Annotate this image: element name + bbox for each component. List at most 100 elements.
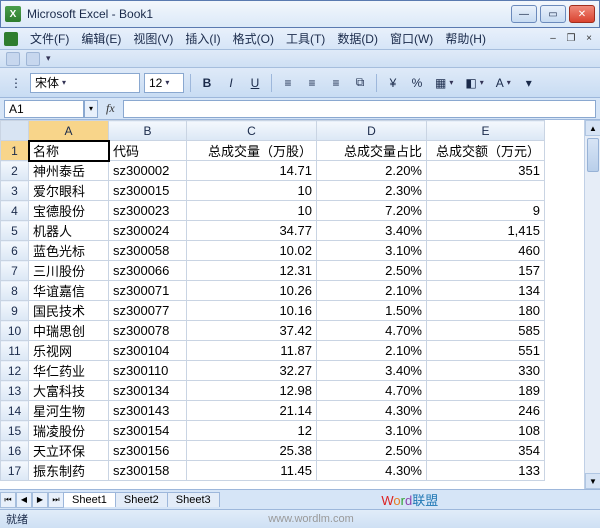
row-header[interactable]: 11	[1, 341, 29, 361]
cell[interactable]: 34.77	[187, 221, 317, 241]
cell[interactable]: sz300066	[109, 261, 187, 281]
cell[interactable]: sz300110	[109, 361, 187, 381]
cell[interactable]: 乐视网	[29, 341, 109, 361]
cell[interactable]: 大富科技	[29, 381, 109, 401]
merge-cells-button[interactable]: ⧉	[350, 73, 370, 93]
cell[interactable]: sz300078	[109, 321, 187, 341]
sheet-tab-3[interactable]: Sheet3	[167, 492, 220, 507]
qat-item[interactable]	[26, 52, 40, 66]
row-header[interactable]: 4	[1, 201, 29, 221]
close-button[interactable]: ✕	[569, 5, 595, 23]
sheet-tab-1[interactable]: Sheet1	[63, 492, 116, 507]
cell[interactable]: 名称	[29, 141, 109, 161]
cell[interactable]: 总成交量（万股）	[187, 141, 317, 161]
align-center-button[interactable]: ≡	[302, 73, 322, 93]
cell[interactable]: sz300024	[109, 221, 187, 241]
row-header[interactable]: 16	[1, 441, 29, 461]
app-menu-icon[interactable]	[4, 32, 18, 46]
cell[interactable]	[427, 181, 545, 201]
cell[interactable]: 总成交量占比	[317, 141, 427, 161]
cell[interactable]: 华仁药业	[29, 361, 109, 381]
row-header[interactable]: 1	[1, 141, 29, 161]
cell[interactable]: 10.16	[187, 301, 317, 321]
percent-button[interactable]: %	[407, 73, 427, 93]
cell[interactable]: 瑞凌股份	[29, 421, 109, 441]
cell[interactable]: 25.38	[187, 441, 317, 461]
cell[interactable]: 351	[427, 161, 545, 181]
cell[interactable]: sz300156	[109, 441, 187, 461]
cell[interactable]: sz300104	[109, 341, 187, 361]
italic-button[interactable]: I	[221, 73, 241, 93]
cell[interactable]: 21.14	[187, 401, 317, 421]
cell[interactable]: 134	[427, 281, 545, 301]
cell[interactable]: 10	[187, 181, 317, 201]
cell[interactable]: 2.50%	[317, 261, 427, 281]
menu-insert[interactable]: 插入(I)	[179, 28, 226, 49]
menu-data[interactable]: 数据(D)	[331, 28, 384, 49]
cell[interactable]: sz300015	[109, 181, 187, 201]
cell[interactable]: 3.10%	[317, 421, 427, 441]
sheet-tab-2[interactable]: Sheet2	[115, 492, 168, 507]
cell[interactable]: 2.10%	[317, 341, 427, 361]
fx-icon[interactable]: fx	[98, 101, 123, 116]
cell[interactable]: 14.71	[187, 161, 317, 181]
cell[interactable]: 10	[187, 201, 317, 221]
row-header[interactable]: 9	[1, 301, 29, 321]
cell[interactable]: 2.20%	[317, 161, 427, 181]
cell[interactable]: 157	[427, 261, 545, 281]
cell[interactable]: 振东制药	[29, 461, 109, 481]
row-header[interactable]: 5	[1, 221, 29, 241]
cell[interactable]: 330	[427, 361, 545, 381]
cell[interactable]: 354	[427, 441, 545, 461]
cell[interactable]: 460	[427, 241, 545, 261]
cell[interactable]: sz300143	[109, 401, 187, 421]
cell[interactable]: 4.30%	[317, 461, 427, 481]
name-box[interactable]: A1	[4, 100, 84, 118]
cell[interactable]: 32.27	[187, 361, 317, 381]
menu-file[interactable]: 文件(F)	[24, 28, 75, 49]
row-header[interactable]: 6	[1, 241, 29, 261]
first-sheet-button[interactable]: ⏮	[0, 492, 16, 508]
next-sheet-button[interactable]: ▶	[32, 492, 48, 508]
cell[interactable]: 星河生物	[29, 401, 109, 421]
row-header[interactable]: 17	[1, 461, 29, 481]
row-header[interactable]: 15	[1, 421, 29, 441]
cell[interactable]: 3.40%	[317, 221, 427, 241]
cell[interactable]: 2.50%	[317, 441, 427, 461]
cell[interactable]: sz300002	[109, 161, 187, 181]
cell[interactable]: sz300154	[109, 421, 187, 441]
mdi-restore-icon[interactable]: ❐	[564, 32, 578, 46]
cell[interactable]: 三川股份	[29, 261, 109, 281]
currency-button[interactable]: ¥	[383, 73, 403, 93]
maximize-button[interactable]: ▭	[540, 5, 566, 23]
spreadsheet-grid[interactable]: A B C D E 1 名称 代码 总成交量（万股） 总成交量占比 总成交额（万…	[0, 120, 545, 481]
last-sheet-button[interactable]: ⏭	[48, 492, 64, 508]
cell[interactable]: 1.50%	[317, 301, 427, 321]
menu-edit[interactable]: 编辑(E)	[75, 28, 127, 49]
mdi-minimize-icon[interactable]: –	[546, 32, 560, 46]
cell[interactable]: 国民技术	[29, 301, 109, 321]
scroll-up-icon[interactable]: ▲	[585, 120, 600, 136]
font-name-select[interactable]: 宋体▾	[30, 73, 140, 93]
cell[interactable]: 2.30%	[317, 181, 427, 201]
qat-item[interactable]	[6, 52, 20, 66]
row-header[interactable]: 8	[1, 281, 29, 301]
cell[interactable]: 12.31	[187, 261, 317, 281]
scroll-thumb[interactable]	[587, 138, 599, 172]
vertical-scrollbar[interactable]: ▲ ▼	[584, 120, 600, 489]
cell[interactable]: 3.10%	[317, 241, 427, 261]
cell[interactable]: 1,415	[427, 221, 545, 241]
cell[interactable]: 总成交额（万元）	[427, 141, 545, 161]
align-right-button[interactable]: ≡	[326, 73, 346, 93]
cell[interactable]: 3.40%	[317, 361, 427, 381]
cell[interactable]: 中瑞思创	[29, 321, 109, 341]
row-header[interactable]: 2	[1, 161, 29, 181]
minimize-button[interactable]: —	[511, 5, 537, 23]
cell[interactable]: 246	[427, 401, 545, 421]
menu-view[interactable]: 视图(V)	[127, 28, 179, 49]
font-color-button[interactable]: A▾	[492, 73, 515, 93]
cell[interactable]: 10.26	[187, 281, 317, 301]
cell[interactable]: 机器人	[29, 221, 109, 241]
menu-format[interactable]: 格式(O)	[227, 28, 280, 49]
cell[interactable]: 551	[427, 341, 545, 361]
